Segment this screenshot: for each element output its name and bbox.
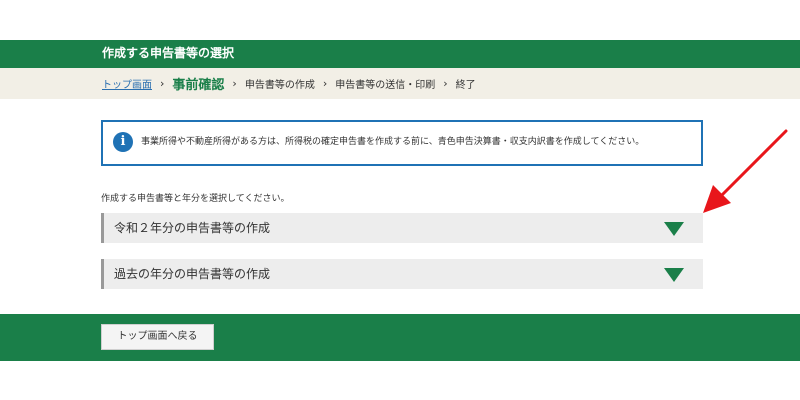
annotation-red-arrow-icon (703, 129, 788, 213)
